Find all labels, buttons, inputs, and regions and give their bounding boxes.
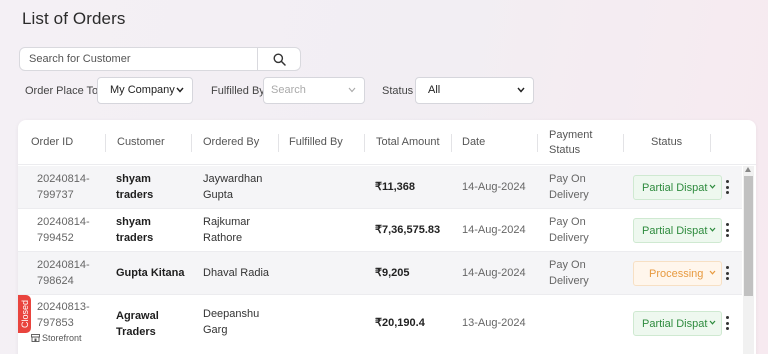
total-amount: ₹7,36,575.83: [375, 224, 441, 236]
status-label: Status: [382, 85, 414, 97]
chevron-down-icon: [348, 87, 356, 93]
column-header-date: Date: [462, 136, 486, 148]
fulfilled-by-select[interactable]: Search: [263, 77, 365, 104]
order-id: 20240814- 798624: [37, 259, 90, 287]
chevron-down-icon: [709, 270, 716, 275]
total-amount: ₹9,205: [375, 267, 410, 279]
status-text: Processing: [649, 267, 704, 280]
order-place-to-value: My Company: [110, 84, 175, 96]
status-dropdown[interactable]: Partial Dispatched: [633, 218, 722, 243]
customer-name: Gupta Kitana: [116, 267, 185, 279]
column-header-customer: Customer: [117, 136, 165, 148]
kebab-icon[interactable]: [724, 180, 730, 194]
payment-status: Pay On Delivery: [549, 259, 589, 287]
chevron-down-icon: [176, 87, 184, 93]
fulfilled-by-label: Fulfilled By: [211, 85, 265, 97]
column-divider: [451, 134, 452, 152]
ordered-by: Dhaval Radia: [203, 267, 270, 279]
column-header-ordered-by: Ordered By: [203, 136, 260, 148]
fulfilled-by-placeholder: Search: [271, 84, 306, 96]
ordered-by: Deepanshu Garg: [203, 308, 260, 336]
customer-name: Agrawal Traders: [116, 310, 159, 338]
total-amount: ₹20,190.4: [375, 317, 425, 329]
search-input[interactable]: [20, 48, 257, 70]
order-date: 13-Aug-2024: [462, 317, 526, 329]
order-place-to-select[interactable]: My Company: [97, 77, 193, 104]
page-title: List of Orders: [22, 9, 126, 28]
column-header-total-amount: Total Amount: [376, 136, 440, 148]
table-row[interactable]: 20240814- 798624 Gupta Kitana Dhaval Rad…: [18, 252, 742, 295]
order-date: 14-Aug-2024: [462, 267, 526, 279]
table-row[interactable]: Closed 20240813- 797853 Storefront Agraw…: [18, 295, 742, 354]
ordered-by: Jaywardhan Gupta: [203, 173, 263, 201]
column-divider: [623, 134, 624, 152]
customer-search: [19, 47, 301, 71]
order-id: 20240814- 799452: [37, 216, 90, 244]
column-header-status: Status: [651, 136, 683, 148]
ordered-by: Rajkumar Rathore: [203, 216, 251, 244]
column-header-order-id: Order ID: [31, 136, 74, 148]
kebab-icon[interactable]: [724, 223, 730, 237]
status-dropdown[interactable]: Processing: [633, 261, 722, 286]
payment-status: Pay On Delivery: [549, 173, 589, 201]
column-divider: [710, 134, 711, 152]
kebab-icon[interactable]: [724, 316, 730, 330]
search-button[interactable]: [257, 48, 300, 70]
status-dropdown[interactable]: Partial Dispatched: [633, 311, 722, 336]
total-amount: ₹11,368: [375, 181, 416, 193]
order-date: 14-Aug-2024: [462, 224, 526, 236]
chevron-down-icon: [709, 184, 716, 189]
order-source-label: Storefront: [42, 333, 82, 343]
status-text: Partial Dispatched: [642, 181, 708, 194]
column-divider: [191, 134, 192, 152]
chevron-down-icon: [709, 320, 716, 325]
store-icon: [31, 334, 40, 342]
scroll-up-arrow[interactable]: [745, 167, 751, 172]
kebab-icon[interactable]: [724, 266, 730, 280]
customer-name: shyam traders: [116, 173, 154, 201]
closed-tag-label: Closed: [19, 299, 30, 329]
column-header-fulfilled-by: Fulfilled By: [289, 136, 343, 148]
order-id: 20240814- 799737: [37, 173, 90, 201]
chevron-down-icon: [517, 87, 525, 93]
search-icon: [273, 53, 286, 66]
orders-table: Order ID Customer Ordered By Fulfilled B…: [18, 120, 756, 354]
status-text: Partial Dispatched: [642, 317, 708, 330]
status-dropdown[interactable]: Partial Dispatched: [633, 175, 722, 200]
scrollbar-thumb[interactable]: [744, 176, 753, 296]
status-select[interactable]: All: [415, 77, 534, 104]
table-header: Order ID Customer Ordered By Fulfilled B…: [18, 120, 756, 165]
column-divider: [364, 134, 365, 152]
status-value: All: [428, 84, 441, 96]
column-divider: [537, 134, 538, 152]
table-row[interactable]: 20240814- 799452 shyam traders Rajkumar …: [18, 209, 742, 252]
customer-name: shyam traders: [116, 216, 154, 244]
table-row[interactable]: 20240814- 799737 shyam traders Jaywardha…: [18, 166, 742, 209]
order-place-to-label: Order Place To: [25, 85, 99, 97]
chevron-down-icon: [709, 227, 716, 232]
order-date: 14-Aug-2024: [462, 181, 526, 193]
closed-tag: Closed: [18, 295, 31, 333]
status-text: Partial Dispatched: [642, 224, 708, 237]
column-divider: [105, 134, 106, 152]
column-divider: [278, 134, 279, 152]
order-source: Storefront: [31, 333, 82, 343]
order-id: 20240813- 797853: [37, 301, 90, 329]
payment-status: Pay On Delivery: [549, 216, 589, 244]
table-scrollbar[interactable]: [743, 166, 754, 354]
column-header-payment-status: Payment Status: [549, 128, 593, 156]
